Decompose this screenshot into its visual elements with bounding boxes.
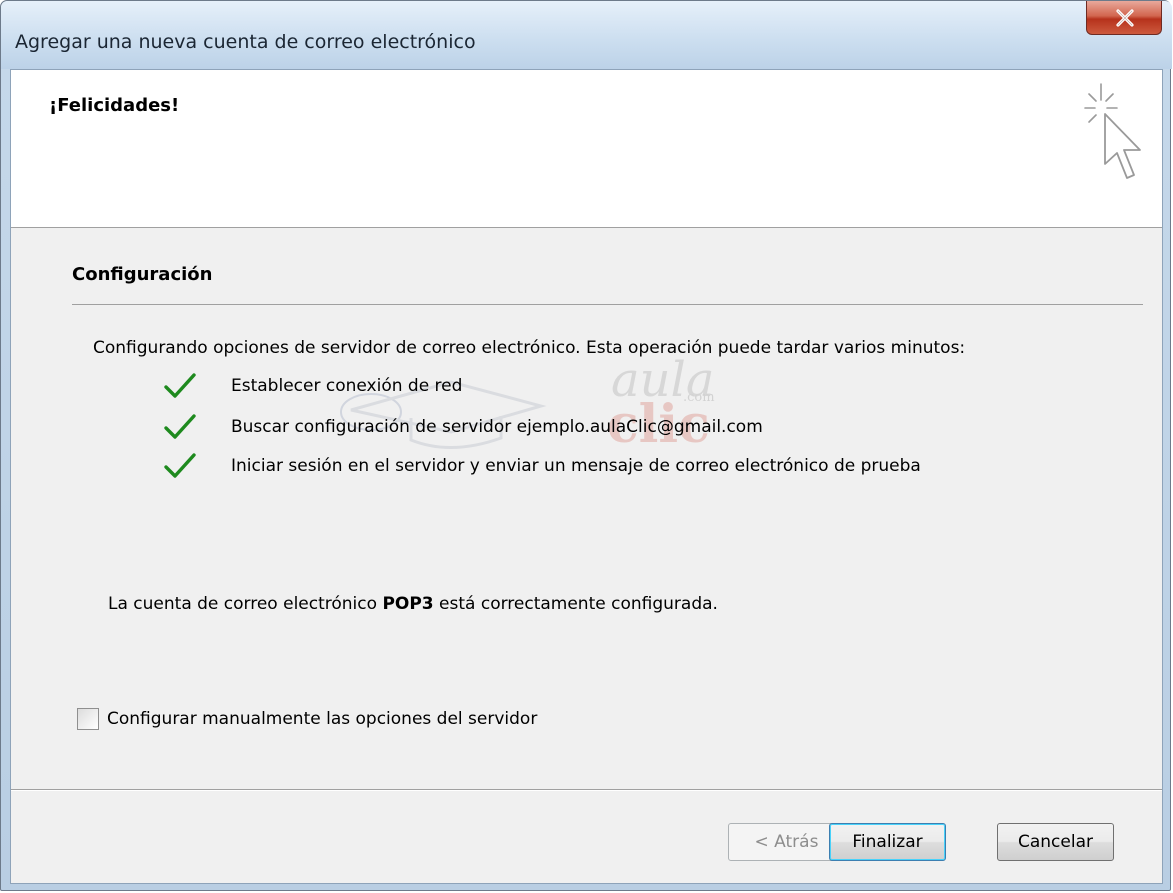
result-protocol: POP3	[382, 594, 434, 614]
dialog-content: ¡Felicidades! Configuración Configurando…	[10, 69, 1163, 884]
title-bar[interactable]: Agregar una nueva cuenta de correo elect…	[1, 1, 1172, 69]
close-button[interactable]	[1086, 1, 1162, 35]
manual-config-checkbox[interactable]	[77, 708, 99, 730]
intro-text: Configurando opciones de servidor de cor…	[93, 338, 966, 358]
close-x-icon	[1116, 9, 1134, 27]
section-title: Configuración	[72, 264, 213, 285]
finish-button[interactable]: Finalizar	[829, 823, 946, 861]
task-row-connect: Establecer conexión de red	[163, 369, 1063, 401]
task-row-search-config: Buscar configuración de servidor ejemplo…	[163, 410, 1063, 442]
section-divider	[72, 304, 1143, 305]
wizard-sparkle-cursor-icon	[1084, 83, 1141, 179]
checkmark-icon	[164, 414, 196, 439]
result-message: La cuenta de correo electrónico POP3 est…	[108, 594, 718, 614]
task-label: Buscar configuración de servidor ejemplo…	[231, 417, 763, 437]
result-prefix: La cuenta de correo electrónico	[108, 594, 383, 614]
footer-divider-highlight	[11, 790, 1162, 791]
header-title: ¡Felicidades!	[49, 95, 180, 116]
manual-config-option[interactable]: Configurar manualmente las opciones del …	[77, 706, 637, 732]
wizard-header: ¡Felicidades!	[11, 70, 1162, 228]
checkmark-icon	[164, 453, 196, 478]
dialog-window: Agregar una nueva cuenta de correo elect…	[0, 0, 1172, 891]
window-title: Agregar una nueva cuenta de correo elect…	[15, 31, 476, 53]
task-row-test-message: Iniciar sesión en el servidor y enviar u…	[163, 449, 1063, 481]
manual-config-label[interactable]: Configurar manualmente las opciones del …	[107, 709, 537, 729]
checkmark-icon	[164, 373, 196, 398]
cancel-button[interactable]: Cancelar	[997, 823, 1114, 861]
back-button[interactable]: < Atrás	[728, 823, 845, 861]
result-suffix: está correctamente configurada.	[433, 594, 718, 614]
task-label: Iniciar sesión en el servidor y enviar u…	[231, 456, 921, 476]
task-label: Establecer conexión de red	[231, 376, 463, 396]
